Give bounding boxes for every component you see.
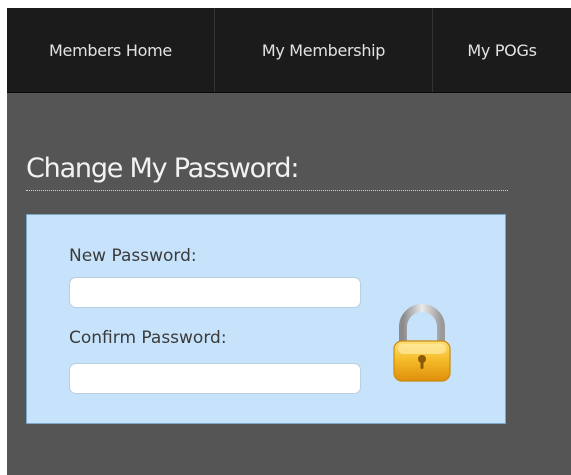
confirm-password-input[interactable]	[69, 363, 361, 394]
new-password-input[interactable]	[69, 277, 361, 308]
new-password-label: New Password:	[69, 246, 197, 266]
page-title: Change My Password:	[26, 153, 299, 184]
confirm-password-label: Confirm Password:	[69, 328, 227, 348]
nav-members-home[interactable]: Members Home	[7, 8, 214, 92]
title-underline	[26, 190, 508, 191]
nav-my-membership[interactable]: My Membership	[215, 8, 432, 92]
padlock-icon	[393, 304, 451, 382]
nav-my-pogs[interactable]: My POGs	[433, 8, 571, 92]
page-frame: Members Home My Membership My POGs Chang…	[7, 8, 571, 475]
change-password-panel: New Password: Confirm Password:	[26, 214, 506, 424]
top-navigation: Members Home My Membership My POGs	[7, 8, 571, 93]
